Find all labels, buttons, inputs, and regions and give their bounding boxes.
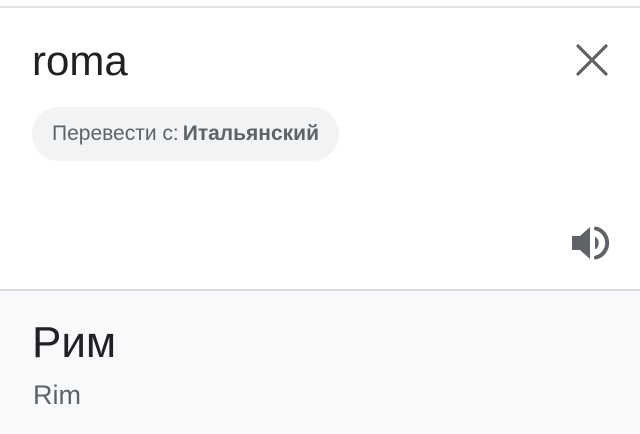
translation-text: Рим <box>32 318 117 367</box>
transliteration-text: Rim <box>33 380 81 410</box>
detected-language-name: Итальянский <box>182 122 320 145</box>
clear-button[interactable] <box>568 36 616 84</box>
detected-language-chip[interactable]: Перевести с: Итальянский <box>32 107 340 161</box>
translate-from-label: Перевести с: <box>52 122 179 145</box>
listen-button[interactable] <box>566 220 616 266</box>
translation-section: Рим Rim <box>0 291 640 434</box>
source-text[interactable]: roma <box>32 38 128 84</box>
close-icon <box>576 44 608 76</box>
source-section: roma Перевести с: Итальянский <box>0 8 640 289</box>
volume-up-icon <box>572 226 610 260</box>
translate-card: roma Перевести с: Итальянский Рим Rim <box>0 0 640 434</box>
